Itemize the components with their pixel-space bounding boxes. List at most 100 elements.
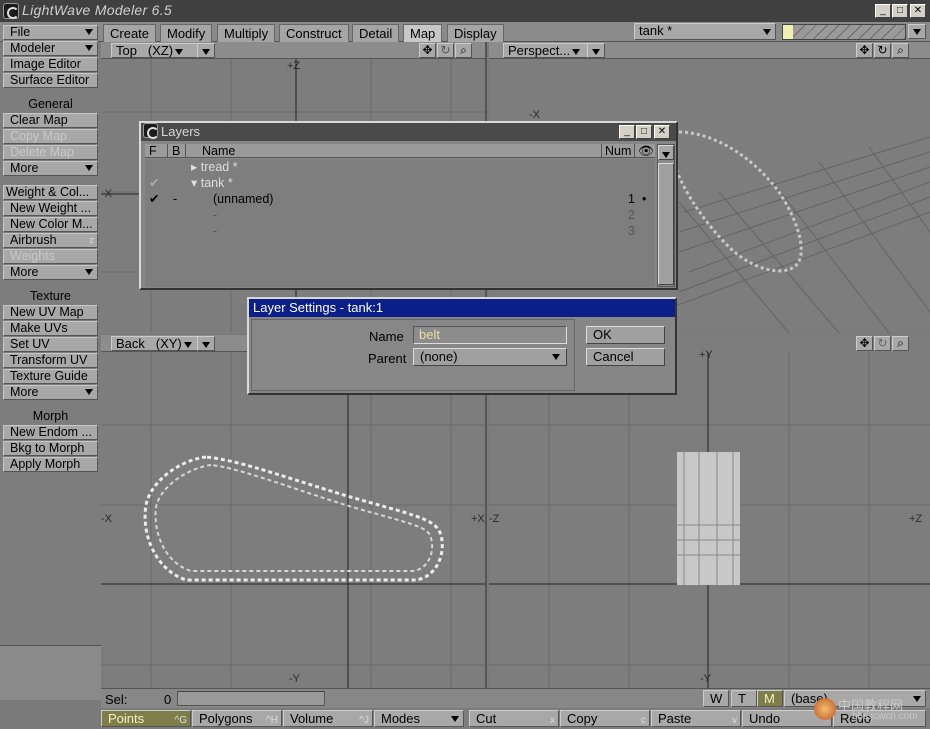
minimize-button[interactable]: _ xyxy=(619,125,635,139)
top-render-mode[interactable] xyxy=(197,43,215,58)
surface-editor-button[interactable]: Surface Editor xyxy=(3,73,98,88)
maximize-button[interactable]: □ xyxy=(892,4,908,18)
perspective-render-mode[interactable] xyxy=(587,43,605,58)
back-view-select[interactable]: Back (XY) xyxy=(111,336,199,351)
tab-map[interactable]: Map xyxy=(403,24,443,42)
new-weight-button[interactable]: New Weight ... xyxy=(3,201,98,216)
status-bar: Sel: 0 W T M (base) xyxy=(101,688,930,708)
modeler-menu[interactable]: Modeler xyxy=(3,41,98,56)
zoom-icon[interactable]: ⌕ xyxy=(892,43,909,58)
paste-button[interactable]: Paste v xyxy=(651,710,741,727)
layer-background-check[interactable]: - xyxy=(173,191,177,207)
tab-detail[interactable]: Detail xyxy=(352,24,400,42)
modes-menu[interactable]: Modes xyxy=(374,710,464,727)
clear-map-button[interactable]: Clear Map xyxy=(3,113,98,128)
object-select[interactable]: tank * xyxy=(634,23,776,40)
more-label: More xyxy=(10,265,39,279)
col-name[interactable]: Name xyxy=(185,144,235,158)
more-texture-menu[interactable]: More xyxy=(3,385,98,400)
foreground-layer-indicator xyxy=(783,25,793,39)
ok-button[interactable]: OK xyxy=(586,326,665,344)
layer-bank-buttons[interactable] xyxy=(782,24,906,40)
layer-foreground-check[interactable]: ✔ xyxy=(149,191,159,207)
top-view-select[interactable]: Top (XZ) xyxy=(111,43,207,58)
parent-value: (none) xyxy=(420,349,458,364)
delete-map-button[interactable]: Delete Map xyxy=(3,145,98,160)
morph-toggle[interactable]: M xyxy=(757,690,783,707)
new-endomorph-button[interactable]: New Endom ... xyxy=(3,425,98,440)
layer-name-input[interactable]: belt xyxy=(413,326,567,344)
close-button[interactable]: ✕ xyxy=(654,125,670,139)
new-color-map-button[interactable]: New Color M... xyxy=(3,217,98,232)
zoom-icon[interactable]: ⌕ xyxy=(892,336,909,351)
new-uv-map-button[interactable]: New UV Map xyxy=(3,305,98,320)
polygons-mode-button[interactable]: Polygons ^H xyxy=(192,710,282,727)
rotate-icon[interactable]: ↻ xyxy=(437,43,454,58)
perspective-view-select[interactable]: Perspect... xyxy=(503,43,591,58)
cut-button[interactable]: Cut x xyxy=(469,710,559,727)
weights-button[interactable]: Weights xyxy=(3,249,98,264)
volume-label: Volume xyxy=(290,711,334,726)
move-icon[interactable]: ✥ xyxy=(419,43,436,58)
axis-x-minus: -X xyxy=(101,188,112,200)
parent-select[interactable]: (none) xyxy=(413,348,567,366)
apply-morph-button[interactable]: Apply Morph xyxy=(3,457,98,472)
layers-list: ▸ tread * ✔ ▾ tank * ✔ - (unnamed) 1 • -2-3 xyxy=(145,159,655,287)
back-render-mode[interactable] xyxy=(197,336,215,351)
col-num[interactable]: Num xyxy=(601,144,631,158)
more-weight-menu[interactable]: More xyxy=(3,265,98,280)
move-icon[interactable]: ✥ xyxy=(856,336,873,351)
scroll-up-button[interactable] xyxy=(658,145,674,160)
scroll-thumb[interactable] xyxy=(658,163,674,285)
parent-label: Parent xyxy=(368,351,407,366)
move-icon[interactable]: ✥ xyxy=(856,43,873,58)
make-uvs-button[interactable]: Make UVs xyxy=(3,321,98,336)
layer-row[interactable]: -2 xyxy=(145,207,655,223)
layer-bank-menu[interactable] xyxy=(908,24,926,39)
bkg-to-morph-button[interactable]: Bkg to Morph xyxy=(3,441,98,456)
texture-guide-button[interactable]: Texture Guide xyxy=(3,369,98,384)
col-background[interactable]: B xyxy=(167,144,180,158)
axis-y-minus: -Y xyxy=(289,673,300,685)
col-foreground[interactable]: F xyxy=(149,144,157,158)
layer-row[interactable]: ✔ - (unnamed) 1 • xyxy=(145,191,655,207)
layer-foreground-check[interactable]: ✔ xyxy=(149,175,159,191)
file-menu[interactable]: File xyxy=(3,25,98,40)
chevron-down-icon xyxy=(552,354,560,360)
minimize-button[interactable]: _ xyxy=(875,4,891,18)
visibility-icon[interactable]: 👁 xyxy=(634,144,654,158)
layer-visible-dot[interactable]: • xyxy=(642,191,646,207)
transform-uv-button[interactable]: Transform UV xyxy=(3,353,98,368)
cut-label: Cut xyxy=(476,711,497,726)
rotate-icon[interactable]: ↻ xyxy=(874,336,891,351)
sel-count: 0 xyxy=(164,692,172,707)
tab-create[interactable]: Create xyxy=(103,24,157,42)
cancel-button[interactable]: Cancel xyxy=(586,348,665,366)
image-editor-button[interactable]: Image Editor xyxy=(3,57,98,72)
tab-construct[interactable]: Construct xyxy=(279,24,349,42)
texture-toggle[interactable]: T xyxy=(731,690,757,707)
set-uv-button[interactable]: Set UV xyxy=(3,337,98,352)
rotate-icon[interactable]: ↻ xyxy=(874,43,891,58)
layer-name: ▸ tread * xyxy=(191,160,238,174)
layers-scrollbar[interactable] xyxy=(657,144,675,287)
texture-header: Texture xyxy=(30,289,71,303)
zoom-icon[interactable]: ⌕ xyxy=(455,43,472,58)
more-general-menu[interactable]: More xyxy=(3,161,98,176)
layers-header-row: F B Name Num 👁 xyxy=(145,144,655,158)
copy-button[interactable]: Copy c xyxy=(560,710,650,727)
tab-display[interactable]: Display xyxy=(447,24,504,42)
copy-map-button[interactable]: Copy Map xyxy=(3,129,98,144)
layer-row[interactable]: ✔ ▾ tank * xyxy=(145,175,655,191)
close-button[interactable]: ✕ xyxy=(910,4,926,18)
layer-row[interactable]: ▸ tread * xyxy=(145,159,655,175)
volume-mode-button[interactable]: Volume ^J xyxy=(283,710,373,727)
airbrush-button[interactable]: Airbrush z xyxy=(3,233,98,248)
layer-row[interactable]: -3 xyxy=(145,223,655,239)
points-mode-button[interactable]: Points ^G xyxy=(101,710,191,727)
tab-multiply[interactable]: Multiply xyxy=(217,24,276,42)
tab-modify[interactable]: Modify xyxy=(160,24,213,42)
maximize-button[interactable]: □ xyxy=(636,125,652,139)
weight-color-button[interactable]: Weight & Col... xyxy=(3,185,98,200)
wireframe-toggle[interactable]: W xyxy=(703,690,729,707)
